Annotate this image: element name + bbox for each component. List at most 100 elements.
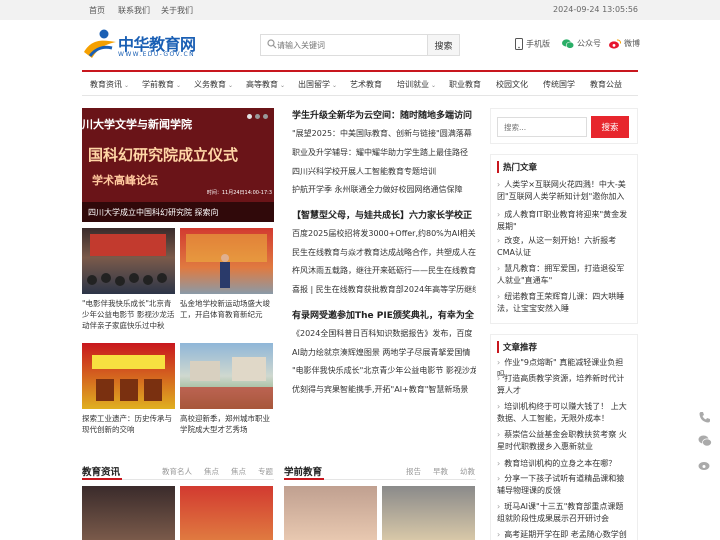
headline-item[interactable]: 杵风沐雨五载路，继往开来砥砺行——民生在线教育 xyxy=(292,265,476,276)
sidebar-search-button[interactable]: 搜索 xyxy=(591,116,629,138)
nav-item-guoxue[interactable]: 传统国学 xyxy=(543,79,575,90)
nav-item-abroad[interactable]: 出国留学 ⌄ xyxy=(298,79,337,90)
section-link[interactable]: 报告 xyxy=(406,466,421,477)
section-title[interactable]: 学前教育 xyxy=(284,464,322,478)
news-thumb-image[interactable] xyxy=(82,228,175,294)
exhibition-photo xyxy=(92,355,165,401)
section-header-news: 教育资讯 教育名人 焦点 焦点 专题 xyxy=(82,462,274,480)
headline-item[interactable]: 职业及升学辅导：耀中耀华助力学生踏上最佳路径 xyxy=(292,147,476,158)
section-link[interactable]: 焦点 xyxy=(231,466,246,477)
hot-article-item[interactable]: › 成人教育IT职业教育将迎来"黄金发展期" xyxy=(497,209,631,233)
top-link-about[interactable]: 关于我们 xyxy=(161,5,193,16)
nav-item-higher[interactable]: 高等教育 ⌄ xyxy=(246,79,285,90)
nav-item-preschool[interactable]: 学前教育 ⌄ xyxy=(142,79,181,90)
headline-column: 学生升级全新华为云空间：随时随地多端访问 "展望2025：中美国际教育、创新与链… xyxy=(284,108,476,458)
nav-item-vocational[interactable]: 职业教育 xyxy=(449,79,481,90)
section-title[interactable]: 教育资讯 xyxy=(82,464,120,478)
news-thumb-image[interactable] xyxy=(382,486,475,540)
hot-article-item[interactable]: › 改变，从这一刻开始！六折报考CMA认证 xyxy=(497,235,631,259)
news-thumb-image[interactable] xyxy=(82,343,175,409)
section-header-preschool: 学前教育 报告 早教 幼教 xyxy=(284,462,476,480)
headline-item[interactable]: "电影伴我快乐成长"北京青少年公益电影节 影视沙龙 xyxy=(292,365,476,376)
search-input[interactable] xyxy=(277,36,427,54)
slider-image-text: 学术高峰论坛 xyxy=(92,174,158,187)
section-link[interactable]: 教育名人 xyxy=(162,466,192,477)
slider-image-text: 国科幻研究院成立仪式 xyxy=(88,146,239,164)
search-button[interactable]: 搜索 xyxy=(427,35,459,55)
wechat-link[interactable]: 公众号 xyxy=(562,38,601,49)
top-link-home[interactable]: 首页 xyxy=(89,5,105,16)
headline-item[interactable]: 优刻得与宾果智能携手,开拓"AI+教育"智慧新场景 xyxy=(292,384,476,395)
news-thumb-caption[interactable]: 探索工业遗产：历史传承与现代创新的交响 xyxy=(82,413,175,435)
wechat-icon[interactable] xyxy=(698,434,712,448)
floating-toolbar xyxy=(698,410,714,482)
news-thumb-image[interactable] xyxy=(180,486,273,540)
news-thumb-image[interactable] xyxy=(180,343,273,409)
hot-article-item[interactable]: › 人类学×互联网火花四溅！中大-美团"互联网人类学新知计划"邀你加入 xyxy=(497,179,631,203)
slider-caption[interactable]: 四川大学成立中国科幻研究院 探索向 xyxy=(82,202,274,222)
site-logo[interactable]: 中华教育网 WWW.EDU-GOV.CN xyxy=(82,28,196,62)
nav-item-campus[interactable]: 校园文化 xyxy=(496,79,528,90)
recommend-item[interactable]: › 打造高质教学资源，培养新时代计算人才 xyxy=(497,373,631,397)
phone-icon xyxy=(515,38,523,50)
hot-articles-panel: 热门文章 › 人类学×互联网火花四溅！中大-美团"互联网人类学新知计划"邀你加入 … xyxy=(490,154,638,324)
news-thumb-caption[interactable]: 弘金地学校新运动场盛大竣工，开启体育教育新纪元 xyxy=(180,298,273,320)
nav-item-charity[interactable]: 教育公益 xyxy=(590,79,622,90)
section-link[interactable]: 幼教 xyxy=(460,466,475,477)
search-icon xyxy=(267,39,277,49)
weibo-icon[interactable] xyxy=(698,458,712,472)
featured-slider[interactable]: 川大学文学与新闻学院 国科幻研究院成立仪式 学术高峰论坛 时间：11月24日14… xyxy=(82,108,274,222)
slider-dot[interactable] xyxy=(247,114,252,119)
panel-title: 热门文章 xyxy=(497,161,537,173)
section-link[interactable]: 专题 xyxy=(258,466,273,477)
mobile-link[interactable]: 手机版 xyxy=(515,38,550,50)
news-thumb-image[interactable] xyxy=(82,486,175,540)
recommend-item[interactable]: › 教育培训机构的立身之本在哪？ xyxy=(497,458,631,470)
headline-item[interactable]: 民生在线教育与焱才教育达成战略合作，共塑成人在 xyxy=(292,247,476,258)
top-datetime: 2024-09-24 13:05:56 xyxy=(553,5,638,14)
nav-item-arts[interactable]: 艺术教育 xyxy=(350,79,382,90)
headline-item[interactable]: "展望2025：中美国际教育、创新与链接"圆满落幕 xyxy=(292,128,476,139)
headline-title[interactable]: 学生升级全新华为云空间：随时随地多端访问 xyxy=(292,108,472,121)
sidebar-search: 搜索 xyxy=(490,108,638,144)
hot-article-item[interactable]: › 慧凡教育：拥军爱国，打造退役军人就业"直通车" xyxy=(497,263,631,287)
news-thumb-caption[interactable]: 高校迎新季，郑州城市职业学院成大型才艺秀场 xyxy=(180,413,273,435)
recommend-item[interactable]: › 斑马AI课"十三五"教育部重点课题组就阶段性成果展示召开研讨会 xyxy=(497,501,631,525)
weibo-link[interactable]: 微博 xyxy=(609,38,640,49)
section-link[interactable]: 焦点 xyxy=(204,466,219,477)
nav-item-compulsory[interactable]: 义务教育 ⌄ xyxy=(194,79,233,90)
top-link-contact[interactable]: 联系我们 xyxy=(118,5,150,16)
recommend-item[interactable]: › 培训机构终于可以赚大钱了！ 上大数据、人工智能，无限外成本！ xyxy=(497,401,631,425)
nav-item-news[interactable]: 教育资讯 ⌄ xyxy=(90,79,129,90)
recommend-item[interactable]: › 分享一下孩子试听有道精品课和猿辅导物理课的反馈 xyxy=(497,473,631,497)
logo-url: WWW.EDU-GOV.CN xyxy=(118,51,195,58)
sidebar-search-input[interactable] xyxy=(497,117,587,137)
phone-call-icon[interactable] xyxy=(698,410,712,424)
headline-item[interactable]: 喜报 | 民生在线教育获批教育部2024年高等学历继续 xyxy=(292,284,476,295)
section-accent-bar xyxy=(82,478,122,480)
recommend-item[interactable]: › 蔡崇信公益基金会职教扶贫考察 火星时代职教援乡入惠新就业 xyxy=(497,429,631,453)
slider-dot[interactable] xyxy=(263,114,268,119)
slider-dot[interactable] xyxy=(255,114,260,119)
hot-article-item[interactable]: › 纽诺教育王荣辉育儿课：四大哄睡法，让宝宝安然入睡 xyxy=(497,291,631,315)
news-thumb-image[interactable] xyxy=(180,228,273,294)
news-thumb-caption[interactable]: "电影伴我快乐成长"北京青少年公益电影节 影视沙龙活动伴亲子家庭快乐过中秋 xyxy=(82,298,175,331)
recommend-item[interactable]: › 高考延期开学在即 老孟随心数学创 xyxy=(497,529,631,540)
panel-title: 文章推荐 xyxy=(497,341,537,353)
chevron-down-icon: ⌄ xyxy=(228,82,234,89)
chevron-down-icon: ⌄ xyxy=(332,82,338,89)
headline-item[interactable]: 《2024全国科普日百科知识数据报告》发布，百度 xyxy=(292,328,476,339)
chevron-down-icon: ⌄ xyxy=(176,82,182,89)
headline-item[interactable]: 护航开学季 永州联通全力做好校园网络通信保障 xyxy=(292,184,476,195)
nav-item-training[interactable]: 培训就业 ⌄ xyxy=(397,79,436,90)
headline-item[interactable]: 百度2025届校招将发3000+Offer,约80%为AI相关我 xyxy=(292,228,476,239)
section-link[interactable]: 早教 xyxy=(433,466,448,477)
ceremony-photo xyxy=(186,234,267,288)
chevron-down-icon: ⌄ xyxy=(280,82,286,89)
headline-item[interactable]: 四川兴科学校开展人工智能教育专题培训 xyxy=(292,166,476,177)
headline-title[interactable]: 有录网受邀参加The PIE颁奖典礼，有幸为全 xyxy=(292,308,474,321)
logo-figure-icon xyxy=(84,29,116,58)
news-thumb-image[interactable] xyxy=(284,486,377,540)
headline-title[interactable]: 【智慧型父母，与娃共成长】六力家长学校正 xyxy=(292,208,472,221)
headline-item[interactable]: AI助力绘就京湊辉煌图景 两地学子尽展青拏爱国情 xyxy=(292,347,476,358)
